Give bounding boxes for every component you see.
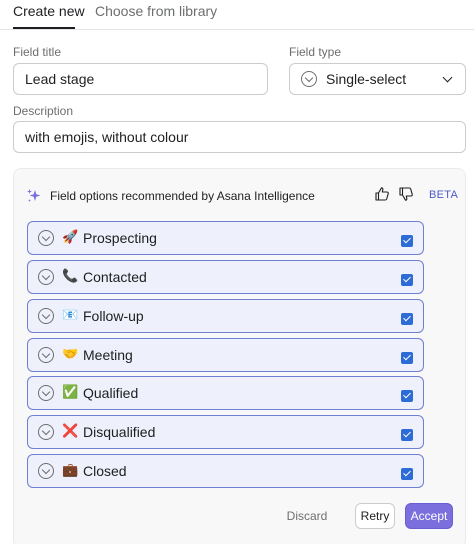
- briefcase-icon: 💼: [62, 463, 79, 478]
- description-value: with emojis, without colour: [25, 129, 189, 145]
- field-type-label: Field type: [289, 45, 342, 59]
- field-title-label: Field title: [13, 45, 62, 59]
- active-tab-indicator: [13, 27, 75, 29]
- option-row[interactable]: 📧 Follow-up: [27, 299, 424, 333]
- tab-bar: Create new Choose from library: [0, 0, 474, 30]
- description-input[interactable]: with emojis, without colour: [13, 121, 466, 153]
- option-row[interactable]: ✅ Qualified: [27, 376, 424, 410]
- sparkle-icon: [27, 189, 41, 202]
- checkbox-icon[interactable]: [401, 390, 413, 402]
- ai-header-text: Field options recommended by Asana Intel…: [50, 189, 315, 203]
- checkbox-icon[interactable]: [401, 313, 413, 325]
- select-type-icon: [301, 71, 317, 87]
- option-label: Qualified: [83, 385, 139, 401]
- chevron-down-icon[interactable]: [38, 347, 54, 363]
- chevron-down-icon[interactable]: [38, 385, 54, 401]
- option-label: Follow-up: [83, 308, 144, 324]
- telephone-icon: 📞: [62, 269, 79, 284]
- description-label: Description: [13, 104, 74, 118]
- field-title-value: Lead stage: [25, 71, 95, 87]
- tab-choose-from-library[interactable]: Choose from library: [95, 3, 217, 19]
- accept-button[interactable]: Accept: [405, 503, 453, 529]
- checkbox-icon[interactable]: [401, 429, 413, 441]
- chevron-down-icon[interactable]: [38, 308, 54, 324]
- ai-header: Field options recommended by Asana Intel…: [26, 187, 315, 205]
- ai-recommendations-panel: Field options recommended by Asana Intel…: [13, 168, 466, 544]
- tab-create-new[interactable]: Create new: [13, 3, 85, 19]
- discard-button[interactable]: Discard: [282, 503, 332, 529]
- chevron-down-icon[interactable]: [38, 269, 54, 285]
- field-type-value: Single-select: [326, 71, 407, 87]
- chevron-down-icon[interactable]: [38, 463, 54, 479]
- checkbox-icon[interactable]: [401, 235, 413, 247]
- check-mark-icon: ✅: [62, 385, 79, 400]
- option-row[interactable]: 💼 Closed: [27, 454, 424, 488]
- rocket-icon: 🚀: [62, 230, 79, 245]
- option-row[interactable]: 🤝 Meeting: [27, 338, 424, 372]
- checkbox-icon[interactable]: [401, 274, 413, 286]
- checkbox-icon[interactable]: [401, 468, 413, 480]
- option-row[interactable]: 📞 Contacted: [27, 260, 424, 294]
- field-title-input[interactable]: Lead stage: [13, 63, 268, 95]
- beta-badge: BETA: [429, 189, 459, 201]
- option-label: Meeting: [83, 347, 133, 363]
- option-label: Closed: [83, 463, 127, 479]
- thumbs-down-icon[interactable]: [398, 186, 414, 202]
- thumbs-up-icon[interactable]: [374, 186, 390, 202]
- chevron-down-icon: [442, 72, 453, 83]
- field-type-select[interactable]: Single-select: [289, 63, 466, 95]
- chevron-down-icon[interactable]: [38, 424, 54, 440]
- chevron-down-icon[interactable]: [38, 230, 54, 246]
- retry-button[interactable]: Retry: [355, 503, 395, 529]
- option-label: Prospecting: [83, 230, 157, 246]
- checkbox-icon[interactable]: [401, 352, 413, 364]
- email-icon: 📧: [62, 308, 79, 323]
- handshake-icon: 🤝: [62, 347, 79, 362]
- option-row[interactable]: 🚀 Prospecting: [27, 221, 424, 255]
- option-row[interactable]: ❌ Disqualified: [27, 415, 424, 449]
- option-label: Contacted: [83, 269, 147, 285]
- cross-mark-icon: ❌: [62, 424, 79, 439]
- option-label: Disqualified: [83, 424, 156, 440]
